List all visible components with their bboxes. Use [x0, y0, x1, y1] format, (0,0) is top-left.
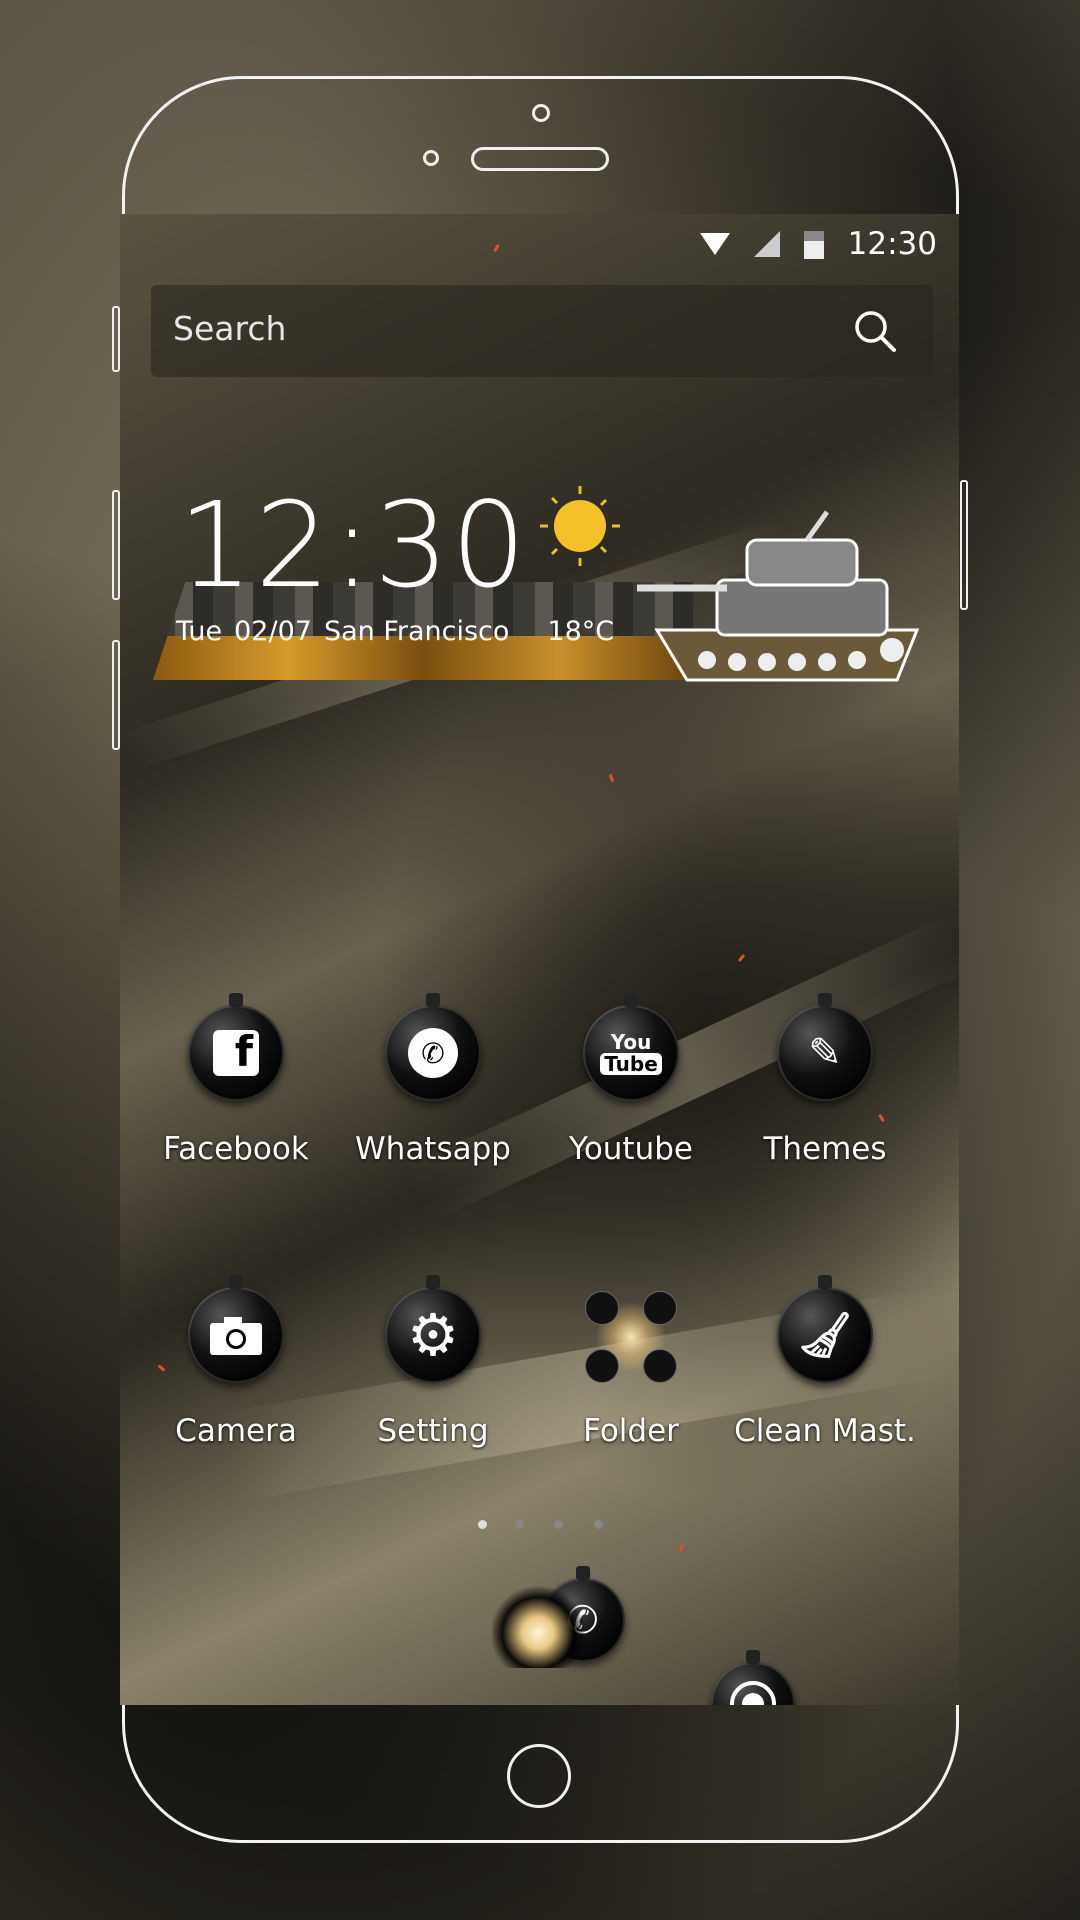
app-label: Camera	[175, 1413, 297, 1449]
themes-icon: ✎	[777, 993, 873, 1101]
power-button	[960, 480, 968, 610]
status-bar: 12:30	[699, 226, 937, 262]
clock-time[interactable]: 12:30	[178, 476, 528, 614]
app-clean-master[interactable]: 🧹︎ Clean Mast.	[725, 1275, 925, 1449]
folder-icon	[581, 1287, 681, 1387]
ember	[608, 773, 615, 783]
dock-contacts-icon[interactable]	[710, 1650, 795, 1705]
app-whatsapp[interactable]: ✆ Whatsapp	[333, 993, 533, 1167]
app-camera[interactable]: Camera	[136, 1275, 336, 1449]
date-weather-line: Tue 02/07 San Francisco 18°C	[176, 616, 614, 647]
date: 02/07	[234, 616, 312, 647]
wifi-icon	[699, 233, 730, 255]
app-setting[interactable]: ⚙ Setting	[333, 1275, 533, 1449]
signal-icon	[753, 231, 780, 257]
youtube-icon: You Tube	[583, 993, 679, 1101]
home-button[interactable]	[507, 1744, 571, 1808]
search-placeholder: Search	[173, 309, 287, 348]
page-dot[interactable]	[554, 1520, 563, 1529]
search-icon[interactable]	[853, 309, 897, 353]
volume-up-button	[112, 490, 120, 600]
temperature: 18°C	[547, 616, 615, 647]
page-dot[interactable]	[515, 1520, 524, 1529]
youtube-glyph-tube: Tube	[600, 1053, 662, 1075]
front-camera	[532, 104, 550, 122]
app-label: Youtube	[569, 1131, 693, 1167]
app-label: Facebook	[163, 1131, 309, 1167]
app-label: Themes	[763, 1131, 887, 1167]
broom-icon: 🧹︎	[777, 1275, 873, 1383]
day: Tue	[176, 616, 223, 647]
app-facebook[interactable]: f Facebook	[136, 993, 336, 1167]
app-label: Clean Mast.	[734, 1413, 916, 1449]
camera-icon	[188, 1275, 284, 1383]
app-themes[interactable]: ✎ Themes	[725, 993, 925, 1167]
youtube-glyph-you: You	[610, 1030, 652, 1054]
ember	[678, 1543, 685, 1553]
battery-icon	[803, 231, 824, 259]
side-button	[112, 306, 120, 372]
home-screen: 12:30 Search 12:30 Tue 02/07 San Francis…	[120, 214, 959, 1705]
app-youtube[interactable]: You Tube Youtube	[531, 993, 731, 1167]
ember	[737, 953, 746, 963]
city: San Francisco	[323, 616, 510, 647]
app-label: Setting	[377, 1413, 489, 1449]
dock-app-drawer-explosion-icon[interactable]	[492, 1568, 584, 1668]
tank-decoration	[637, 510, 920, 682]
earpiece-speaker	[471, 147, 609, 171]
search-bar[interactable]: Search	[151, 285, 933, 377]
app-label: Whatsapp	[355, 1131, 511, 1167]
page-dot-active[interactable]	[478, 1520, 487, 1529]
volume-down-button	[112, 640, 120, 750]
app-folder[interactable]: Folder	[531, 1287, 731, 1449]
status-time: 12:30	[847, 226, 937, 262]
facebook-icon: f	[188, 993, 284, 1101]
page-dot[interactable]	[594, 1520, 603, 1529]
settings-gear-icon: ⚙	[385, 1275, 481, 1383]
whatsapp-icon: ✆	[385, 993, 481, 1101]
ember	[493, 243, 500, 253]
app-label: Folder	[583, 1413, 679, 1449]
proximity-sensor	[423, 150, 439, 166]
sun-icon	[540, 486, 620, 566]
